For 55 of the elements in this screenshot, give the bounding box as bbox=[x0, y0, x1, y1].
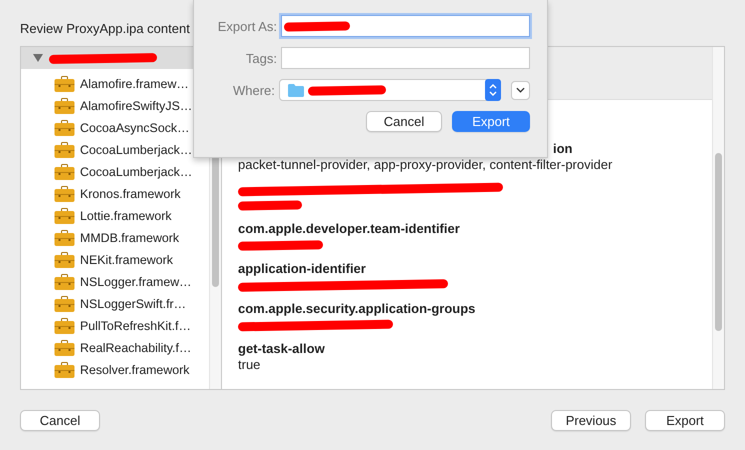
location-popup[interactable] bbox=[278, 79, 502, 101]
text-field[interactable] bbox=[281, 47, 530, 69]
redaction-mark bbox=[284, 20, 350, 32]
entitlement-value: packet-tunnel-provider, app-proxy-provider, content-filter-provider bbox=[238, 157, 614, 173]
field-label: Tags: bbox=[244, 50, 277, 66]
tree-item[interactable]: Resolver.framework bbox=[21, 359, 209, 381]
folder-icon bbox=[288, 84, 304, 96]
briefcase-icon bbox=[54, 164, 75, 180]
entitlement-value: true bbox=[238, 357, 262, 373]
briefcase-icon bbox=[54, 296, 75, 312]
tree-item[interactable]: MMDB.framework bbox=[21, 227, 209, 249]
briefcase-icon bbox=[54, 208, 75, 224]
briefcase-icon bbox=[54, 274, 75, 290]
tree-item[interactable]: RealReachability.f… bbox=[21, 337, 209, 359]
tree-item[interactable]: NEKit.framework bbox=[21, 249, 209, 271]
tree-item[interactable]: NSLoggerSwift.fr… bbox=[21, 293, 209, 315]
push-button[interactable]: Previous bbox=[551, 410, 631, 431]
briefcase-icon bbox=[54, 186, 75, 202]
push-button[interactable]: Export bbox=[645, 410, 725, 431]
chevron-down-icon bbox=[516, 87, 526, 93]
push-button[interactable]: Cancel bbox=[366, 111, 442, 132]
briefcase-icon bbox=[54, 120, 75, 136]
tree-item[interactable]: Kronos.framework bbox=[21, 183, 209, 205]
entitlement-key: ion bbox=[238, 141, 724, 157]
expand-button[interactable] bbox=[511, 80, 530, 100]
briefcase-icon bbox=[54, 318, 75, 334]
briefcase-icon bbox=[54, 340, 75, 356]
disclosure-triangle-icon[interactable] bbox=[33, 54, 43, 62]
briefcase-icon bbox=[54, 252, 75, 268]
tree-item[interactable]: NSLogger.framew… bbox=[21, 271, 209, 293]
text-field[interactable] bbox=[281, 15, 530, 37]
briefcase-icon bbox=[54, 98, 75, 114]
briefcase-icon bbox=[54, 76, 75, 92]
briefcase-icon bbox=[54, 362, 75, 378]
briefcase-icon bbox=[54, 230, 75, 246]
field-label: Export As: bbox=[216, 18, 277, 34]
push-button[interactable]: Cancel bbox=[20, 410, 100, 431]
tree-item[interactable]: AlamofireSwiftyJS… bbox=[21, 95, 209, 117]
briefcase-icon bbox=[54, 142, 75, 158]
tree-item[interactable]: Alamofire.framew… bbox=[21, 73, 209, 95]
tree-item[interactable]: CocoaAsyncSock… bbox=[21, 117, 209, 139]
field-label: Where: bbox=[232, 82, 275, 98]
tree-item[interactable]: CocoaLumberjack… bbox=[21, 139, 209, 161]
tree-item[interactable]: PullToRefreshKit.f… bbox=[21, 315, 209, 337]
stepper-icon bbox=[485, 79, 502, 101]
redaction-mark bbox=[238, 200, 302, 210]
entitlement-key: com.apple.developer.team-identifier bbox=[238, 221, 724, 237]
push-button[interactable]: Export bbox=[452, 111, 530, 132]
entitlement-key: get-task-allow bbox=[238, 341, 724, 357]
entitlement-key: application-identifier bbox=[238, 261, 724, 277]
scrollbar[interactable] bbox=[712, 47, 724, 389]
window-title: Review ProxyApp.ipa content bbox=[20, 20, 190, 38]
tree-item[interactable]: CocoaLumberjack… bbox=[21, 161, 209, 183]
entitlement-key: com.apple.security.application-groups bbox=[238, 301, 724, 317]
tree-item[interactable]: Lottie.framework bbox=[21, 205, 209, 227]
